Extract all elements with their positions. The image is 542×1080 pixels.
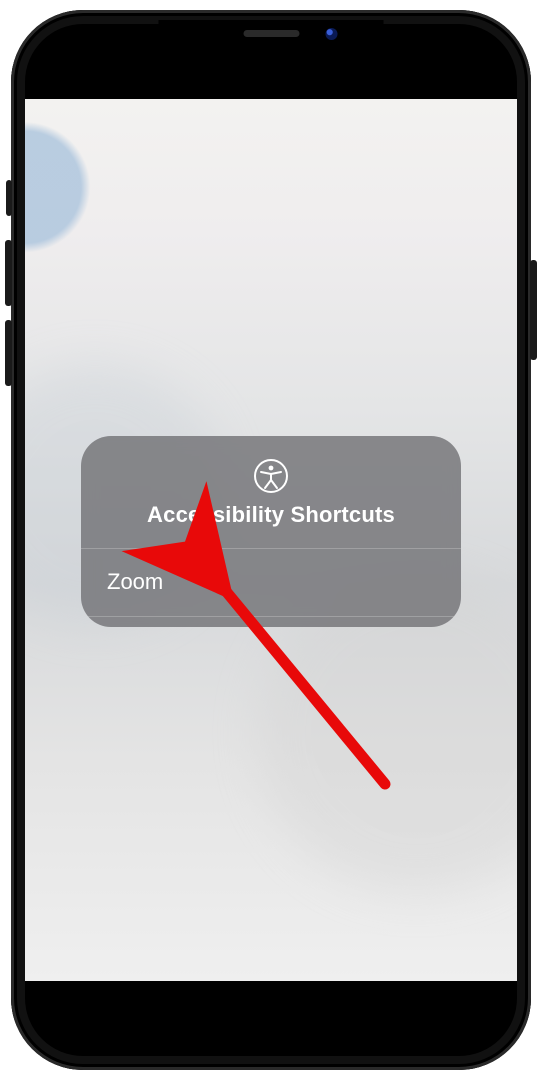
front-camera	[326, 28, 338, 40]
shortcut-item-zoom[interactable]: Zoom	[81, 548, 461, 617]
mute-switch[interactable]	[6, 180, 12, 216]
sheet-footer	[81, 617, 461, 627]
accessibility-shortcuts-sheet: Accessibility Shortcuts Zoom	[81, 436, 461, 627]
side-button[interactable]	[530, 260, 537, 360]
notch	[159, 20, 384, 52]
sheet-title: Accessibility Shortcuts	[97, 502, 445, 528]
screen: Accessibility Shortcuts Zoom	[25, 24, 517, 1056]
shortcut-item-label: Zoom	[107, 569, 163, 594]
earpiece-speaker	[243, 30, 299, 37]
divider	[81, 616, 461, 617]
home-background: Accessibility Shortcuts Zoom	[25, 99, 517, 981]
volume-up-button[interactable]	[5, 240, 12, 306]
phone-frame: Accessibility Shortcuts Zoom	[11, 10, 531, 1070]
accessibility-icon	[253, 458, 289, 494]
sheet-header: Accessibility Shortcuts	[81, 436, 461, 548]
volume-down-button[interactable]	[5, 320, 12, 386]
